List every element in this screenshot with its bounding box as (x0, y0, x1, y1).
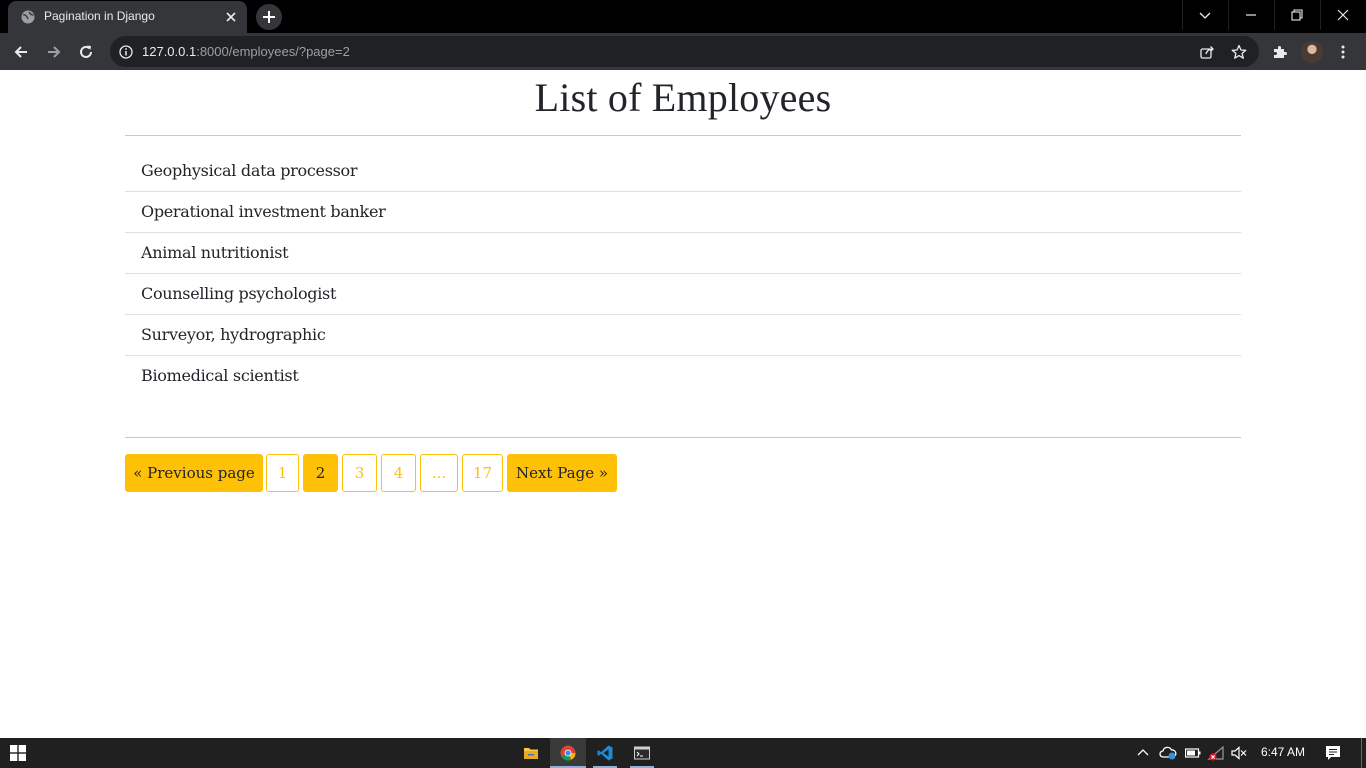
reload-button[interactable] (73, 39, 99, 65)
page-link-3[interactable]: 3 (342, 454, 377, 492)
page-link-17[interactable]: 17 (462, 454, 503, 492)
employee-title: Counselling psychologist (141, 284, 337, 303)
taskbar: 6:47 AM (0, 738, 1366, 768)
forward-button[interactable] (41, 39, 67, 65)
restore-button[interactable] (1274, 0, 1320, 30)
browser-tab-strip: Pagination in Django (0, 0, 1366, 33)
taskbar-vscode[interactable] (587, 738, 623, 768)
folder-icon (524, 748, 538, 759)
volume-muted-icon[interactable] (1231, 746, 1247, 760)
notifications-icon[interactable] (1325, 745, 1341, 761)
back-button[interactable] (8, 39, 34, 65)
arrow-left-icon (14, 46, 27, 58)
list-item: Operational investment banker (125, 192, 1241, 233)
employee-title: Biomedical scientist (141, 366, 299, 385)
windows-icon (10, 745, 26, 761)
chevron-up-icon[interactable] (1137, 747, 1149, 759)
globe-icon (21, 10, 35, 24)
title-divider (125, 135, 1241, 136)
info-icon[interactable] (119, 45, 133, 59)
onedrive-sync-icon[interactable] (1159, 746, 1177, 760)
list-item: Counselling psychologist (125, 274, 1241, 315)
share-icon[interactable] (1199, 44, 1215, 60)
employee-list: Geophysical data processor Operational i… (125, 151, 1241, 396)
employee-title: Operational investment banker (141, 202, 386, 221)
star-icon[interactable] (1231, 44, 1247, 60)
list-item: Surveyor, hydrographic (125, 315, 1241, 356)
wifi-disconnected-icon[interactable] (1207, 745, 1225, 761)
minimize-button[interactable] (1228, 0, 1274, 30)
vscode-icon (597, 745, 613, 761)
tab-title: Pagination in Django (44, 9, 155, 23)
address-bar[interactable]: 127.0.0.1:8000/employees/?page=2 (110, 36, 1259, 67)
puzzle-icon (1274, 46, 1287, 58)
page-content: List of Employees Geophysical data proce… (0, 70, 1366, 738)
clock[interactable]: 6:47 AM (1261, 745, 1305, 759)
start-button[interactable] (0, 738, 36, 768)
url-path: :8000/employees/?page=2 (196, 44, 350, 59)
menu-button[interactable] (1330, 39, 1356, 65)
plus-icon (263, 11, 275, 23)
chrome-icon (560, 745, 576, 761)
chevron-down-icon (1199, 12, 1211, 19)
restore-icon (1291, 9, 1303, 21)
previous-page-button[interactable]: « Previous page (125, 454, 263, 492)
list-item: Geophysical data processor (125, 151, 1241, 192)
extensions-button[interactable] (1267, 39, 1293, 65)
close-tab-icon[interactable] (224, 10, 238, 24)
page-ellipsis: ... (420, 454, 458, 492)
minimize-icon (1246, 14, 1256, 16)
profile-avatar[interactable] (1301, 41, 1323, 63)
list-item: Biomedical scientist (125, 356, 1241, 396)
employee-title: Animal nutritionist (141, 243, 289, 262)
employee-title: Geophysical data processor (141, 161, 358, 180)
page-link-2-current[interactable]: 2 (303, 454, 338, 492)
tab-search-button[interactable] (1182, 0, 1228, 30)
taskbar-file-explorer[interactable] (513, 738, 549, 768)
arrow-right-icon (48, 46, 61, 58)
close-window-button[interactable] (1320, 0, 1366, 30)
reload-icon (80, 45, 92, 58)
url-host: 127.0.0.1 (142, 44, 197, 59)
more-vertical-icon (1341, 45, 1345, 59)
browser-toolbar: 127.0.0.1:8000/employees/?page=2 (0, 33, 1366, 70)
battery-icon[interactable] (1185, 747, 1201, 759)
show-desktop-button[interactable] (1361, 738, 1362, 768)
page-title: List of Employees (534, 75, 832, 120)
page-link-4[interactable]: 4 (381, 454, 416, 492)
browser-tab[interactable]: Pagination in Django (8, 1, 247, 33)
page-link-1[interactable]: 1 (266, 454, 299, 492)
url-text: 127.0.0.1:8000/employees/?page=2 (142, 44, 350, 59)
list-divider (125, 437, 1241, 438)
terminal-icon (634, 746, 650, 760)
list-item: Animal nutritionist (125, 233, 1241, 274)
taskbar-terminal[interactable] (624, 738, 660, 768)
employee-title: Surveyor, hydrographic (141, 325, 326, 344)
close-icon (1337, 9, 1349, 21)
taskbar-chrome[interactable] (550, 738, 586, 768)
next-page-button[interactable]: Next Page » (507, 454, 617, 492)
new-tab-button[interactable] (256, 4, 282, 30)
